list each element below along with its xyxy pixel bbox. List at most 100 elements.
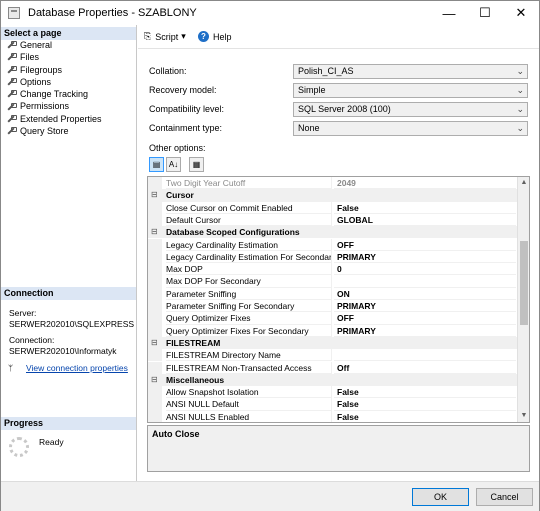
collapse-icon[interactable]: ⊟ [151, 374, 158, 386]
property-value[interactable]: Off [334, 362, 516, 374]
containment-type-select[interactable]: None ⌄ [293, 121, 528, 136]
row-gutter [148, 201, 162, 214]
sidebar-item-extended-properties[interactable]: Extended Properties [1, 113, 136, 125]
collapse-icon[interactable]: ⊟ [151, 189, 158, 201]
collation-select[interactable]: Polish_CI_AS ⌄ [293, 64, 528, 79]
collation-value: Polish_CI_AS [298, 66, 354, 76]
sidebar-item-general[interactable]: General [1, 39, 136, 51]
connection-label: Connection: [9, 335, 55, 345]
property-name: Max DOP For Secondary [166, 275, 332, 288]
sidebar-item-query-store[interactable]: Query Store [1, 125, 136, 137]
property-value[interactable]: False [334, 398, 516, 411]
property-value[interactable]: PRIMARY [334, 300, 516, 313]
property-value[interactable]: GLOBAL [334, 214, 516, 227]
property-name: Two Digit Year Cutoff [166, 177, 332, 190]
recovery-model-select[interactable]: Simple ⌄ [293, 83, 528, 98]
left-pane: Select a page General Files Filegroups O… [1, 25, 137, 481]
sidebar-item-options[interactable]: Options [1, 76, 136, 88]
description-title: Auto Close [152, 429, 200, 439]
ok-button[interactable]: OK [412, 488, 469, 506]
help-button[interactable]: ? Help [198, 31, 232, 42]
progress-spinner-icon [9, 437, 29, 457]
property-value[interactable]: 0 [334, 263, 516, 276]
collapse-icon[interactable]: ⊟ [151, 337, 158, 349]
property-row-filestream-non-transacted-access[interactable]: FILESTREAM Non-Transacted Access Off [148, 361, 518, 374]
property-grid[interactable]: ANSI NULLS Enabled False ANSI NULL Default… [147, 176, 530, 423]
property-value[interactable]: False [334, 386, 516, 399]
property-row-ansi-null-default[interactable]: ANSI NULL Default False [148, 398, 518, 411]
property-row-legacy-cardinality-estimation-for-secondary[interactable]: Legacy Cardinality Estimation For Second… [148, 250, 518, 264]
window-title: Database Properties - SZABLONY [28, 7, 197, 19]
category-filestream[interactable]: ⊟ FILESTREAM [148, 336, 518, 350]
row-gutter [148, 312, 162, 325]
property-value[interactable]: OFF [334, 239, 516, 251]
property-row-max-dop-for-secondary[interactable]: Max DOP For Secondary [148, 275, 518, 288]
property-value[interactable]: OFF [334, 312, 516, 325]
property-row-ansi-nulls-enabled[interactable]: ANSI NULLS Enabled False [148, 410, 518, 422]
property-row-allow-snapshot-isolation[interactable]: Allow Snapshot Isolation False [148, 386, 518, 399]
property-row-parameter-sniffing[interactable]: Parameter Sniffing ON [148, 287, 518, 300]
close-button[interactable]: ✕ [503, 1, 539, 25]
row-gutter [148, 361, 162, 374]
scroll-down-arrow-icon[interactable]: ▼ [518, 410, 529, 422]
property-name: Query Optimizer Fixes For Secondary [166, 324, 332, 337]
property-name: Legacy Cardinality Estimation For Second… [166, 250, 332, 264]
property-row-close-cursor-on-commit-enabled[interactable]: Close Cursor on Commit Enabled False [148, 201, 518, 214]
scrollbar-thumb[interactable] [520, 241, 528, 325]
property-name: ANSI NULL Default [166, 398, 332, 411]
property-value[interactable]: False [334, 411, 516, 422]
sidebar-item-change-tracking[interactable]: Change Tracking [1, 88, 136, 100]
chevron-down-icon: ⌄ [516, 104, 524, 114]
category-cursor[interactable]: ⊟ Cursor [148, 189, 518, 202]
row-gutter [148, 300, 162, 313]
scroll-up-arrow-icon[interactable]: ▲ [518, 177, 529, 189]
property-value[interactable] [334, 349, 516, 362]
sidebar-item-permissions[interactable]: Permissions [1, 100, 136, 112]
vertical-scrollbar[interactable]: ▲ ▼ [517, 177, 529, 422]
property-pages-button[interactable]: ▦ [189, 157, 204, 172]
sidebar-item-filegroups[interactable]: Filegroups [1, 64, 136, 76]
property-grid-toolbar: ▤ A↓ ▦ [149, 157, 204, 173]
category-miscellaneous[interactable]: ⊟ Miscellaneous [148, 373, 518, 387]
property-row-query-optimizer-fixes-for-secondary[interactable]: Query Optimizer Fixes For Secondary PRIMA… [148, 324, 518, 337]
property-row-query-optimizer-fixes[interactable]: Query Optimizer Fixes OFF [148, 312, 518, 325]
categorized-button[interactable]: ▤ [149, 157, 164, 172]
collapse-icon[interactable]: ⊟ [151, 226, 158, 238]
sidebar-item-files[interactable]: Files [1, 51, 136, 63]
sidebar-item-label: Change Tracking [20, 89, 89, 100]
cancel-button[interactable]: Cancel [476, 488, 533, 506]
property-value[interactable]: PRIMARY [334, 325, 516, 337]
property-row-two-digit-year-cutoff[interactable]: Two Digit Year Cutoff 2049 [148, 177, 518, 190]
chevron-down-icon: ⌄ [516, 123, 524, 133]
property-value[interactable]: False [334, 202, 516, 214]
minimize-button[interactable]: — [431, 1, 467, 25]
page-list: General Files Filegroups Options Change … [1, 39, 136, 137]
row-gutter [148, 275, 162, 288]
maximize-button[interactable]: ☐ [467, 1, 503, 25]
property-value[interactable] [334, 275, 516, 288]
view-connection-properties-link[interactable]: View connection properties [26, 363, 128, 373]
wrench-icon [7, 127, 17, 135]
property-row-parameter-sniffing-for-secondary[interactable]: Parameter Sniffing For Secondary PRIMARY [148, 300, 518, 313]
chevron-down-icon: ⌄ [516, 66, 524, 76]
compatibility-level-select[interactable]: SQL Server 2008 (100) ⌄ [293, 102, 528, 117]
row-gutter [148, 263, 162, 276]
chevron-down-icon: ⌄ [516, 85, 524, 95]
category-title: Database Scoped Configurations [166, 227, 300, 238]
chevron-down-icon: ▾ [181, 31, 186, 41]
property-value[interactable]: 2049 [334, 177, 516, 190]
property-row-max-dop[interactable]: Max DOP 0 [148, 263, 518, 276]
alphabetical-sort-button[interactable]: A↓ [166, 157, 181, 172]
containment-type-label: Containment type: [149, 123, 223, 133]
category-database-scoped-configurations[interactable]: ⊟ Database Scoped Configurations [148, 226, 518, 239]
property-value[interactable]: PRIMARY [334, 251, 516, 264]
script-button[interactable]: ⎘ Script ▾ [144, 31, 186, 42]
property-name: FILESTREAM Non-Transacted Access [166, 361, 332, 374]
wrench-icon [7, 102, 17, 111]
property-row-legacy-cardinality-estimation[interactable]: Legacy Cardinality Estimation OFF [148, 238, 518, 251]
property-row-filestream-directory-name[interactable]: FILESTREAM Directory Name [148, 349, 518, 362]
property-value[interactable]: ON [334, 288, 516, 300]
property-name: FILESTREAM Directory Name [166, 349, 332, 362]
wrench-icon [7, 90, 17, 98]
property-row-default-cursor[interactable]: Default Cursor GLOBAL [148, 213, 518, 227]
